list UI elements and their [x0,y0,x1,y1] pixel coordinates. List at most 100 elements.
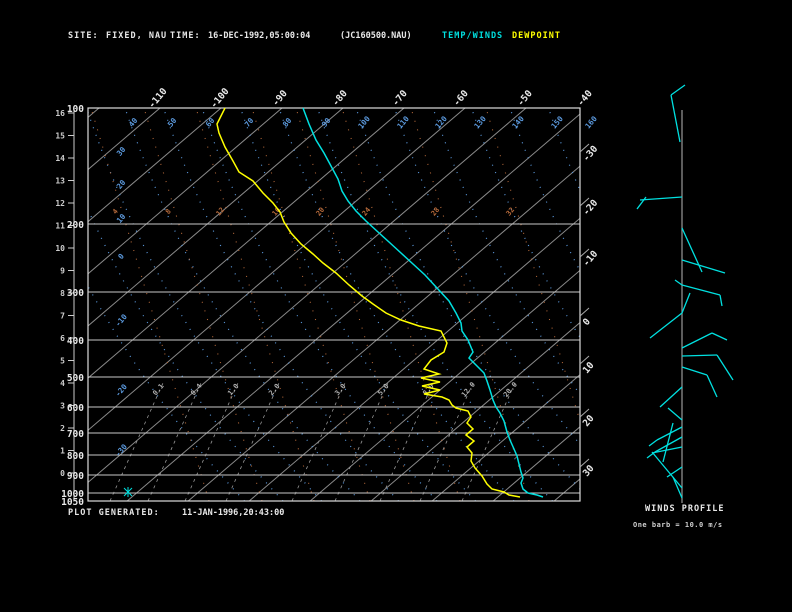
dry-adiabat-line [741,108,792,501]
dry-adiabat-line [88,208,284,501]
top-temp-label: -60 [451,88,471,108]
height-tick-label: 1 [60,447,65,456]
dry-adiabat-line [124,108,361,501]
winds-profile-title: WINDS PROFILE [645,504,725,514]
dry-adiabats [88,108,792,501]
dry-adiabat-line [88,110,322,501]
dry-adiabat-line [509,108,580,272]
moist-adiabat-label: 8 [164,208,173,216]
pressure-label: 800 [67,451,84,462]
wind-barb-segment [681,366,708,376]
mixing-ratio-line [225,382,280,501]
dry-adiabat-line [88,285,245,501]
top-temp-label: -50 [515,88,535,108]
mixing-ratio-line [379,382,434,501]
dry-adiabat-line [626,108,792,501]
skewt-screen: SITE: FIXED, NAU TIME: 16-DEC-1992,05:00… [0,0,792,612]
isotherm-line [0,108,38,501]
pressure-label: 300 [67,288,84,299]
mixing-ratio-line [291,382,346,501]
top-temp-label: -40 [575,88,595,108]
pressure-label: 200 [67,220,84,231]
wind-barb-segment [649,312,683,339]
wind-barb-segment [716,354,734,381]
top-temp-label: -70 [390,88,410,108]
height-tick-label: 8 [60,289,65,298]
height-tick-label: 3 [60,402,65,411]
pressure-label: 100 [67,104,84,115]
wind-barb-segment [719,294,723,307]
mixing-ratio-line [334,382,389,501]
isotherm-line [88,108,527,484]
height-tick-label: 9 [60,267,65,276]
dry-adiabat-line [470,108,580,339]
isotherm-line [431,374,580,501]
isotherm-line [370,321,580,501]
pressure-label: 600 [67,403,84,414]
mixing-ratio-label: 12.0 [460,381,477,399]
mixing-ratio-label: 2.0 [267,382,281,397]
wind-barb-segment [681,259,726,274]
mixing-ratio-line [184,382,239,501]
pressure-label: 400 [67,336,84,347]
dry-adiabat-line [703,108,792,501]
wind-barb-segment [659,386,683,408]
wind-barb-segment [674,279,683,286]
height-tick-label: 13 [55,177,65,186]
pressure-label: 500 [67,373,84,384]
height-tick-label: 11 [55,222,65,231]
wind-barb-segment [681,354,718,357]
isotherm-line [615,108,792,501]
isotherm-line [309,269,580,501]
moist-adiabat-line [341,108,461,501]
top-temperature-labels: -110 -100 -90 -80 -70 -60 -50 -40 [147,86,595,111]
pressure-label: 700 [67,429,84,440]
dry-adiabat-line [587,108,792,501]
mixing-ratio-labels: 0.1 0.4 1.0 2.0 3.0 5.0 8.0 12.0 20.0 [151,381,519,399]
theta-top-label: 80 [281,116,294,129]
right-temperature-labels: -30 -20 -10 0 10 20 30 [579,143,601,479]
isotherm-line [126,113,580,501]
theta-left-label: -30 [113,442,129,459]
theta-left-label: -10 [113,312,129,329]
isotherm-line [88,108,344,327]
winds-profile [636,84,734,503]
top-temp-label: -90 [270,88,290,108]
dry-adiabat-line [162,108,399,501]
mixing-ratio-label: 3.0 [333,382,347,397]
theta-top-label: 160 [583,114,599,131]
wind-barb-segment [681,284,721,296]
right-temp-label: -30 [581,143,601,163]
dry-adiabat-line [547,108,580,192]
height-tick-label: 5 [60,357,65,366]
theta-top-label: 50 [166,116,179,129]
moist-adiabat-label: 32 [505,206,517,218]
dry-adiabat-line [316,108,553,501]
theta-top-label: 140 [510,114,526,131]
dry-adiabat-line [664,108,792,501]
wind-barb-segment [667,407,683,421]
plot-generated-label: PLOT GENERATED: [68,508,160,518]
wind-barb-segment [681,332,713,349]
wind-barb-segment [681,292,691,314]
temperature-curve [302,107,544,498]
isotherm-line [187,165,580,501]
theta-left-label: 0 [116,251,126,261]
mixing-ratio-line [109,382,164,501]
mixing-ratio-line [147,382,202,501]
isotherm-line [88,108,283,275]
right-temp-label: -10 [581,248,601,268]
right-temp-tick [579,307,590,317]
wind-barb-segment [670,84,686,96]
top-temp-label: -100 [209,86,232,111]
height-tick-label: 4 [60,379,65,388]
theta-left-label: -20 [113,382,129,399]
mixing-ratio-label: 5.0 [376,382,390,397]
right-temp-label: 0 [581,316,593,328]
mixing-ratio-label: 0.4 [189,382,203,397]
height-tick-label: 0 [60,469,65,478]
dry-adiabat-line [201,108,438,501]
pressure-label: 900 [67,471,84,482]
moist-adiabat-line [485,108,580,423]
height-tick-label: 2 [60,424,65,433]
